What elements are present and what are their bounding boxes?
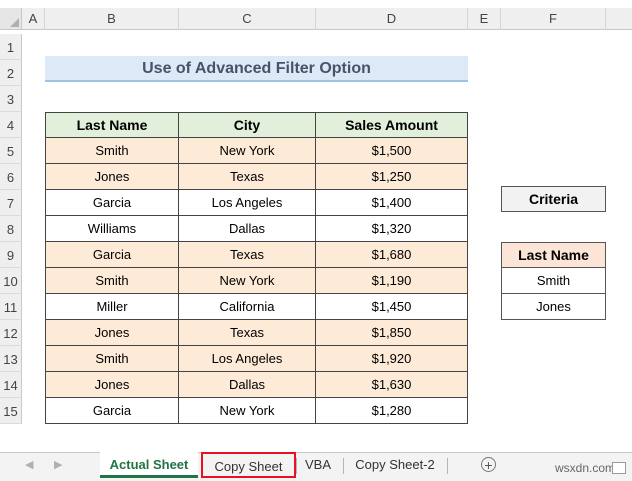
table-cell[interactable]: Garcia xyxy=(45,242,179,268)
criteria-label[interactable]: Criteria xyxy=(501,186,606,212)
table-cell[interactable]: California xyxy=(179,294,316,320)
row-header-15[interactable]: 15 xyxy=(0,398,22,424)
prev-sheet-arrow[interactable]: ◀ xyxy=(25,452,33,478)
tab-vba[interactable]: VBA xyxy=(297,452,339,478)
row-header-3[interactable]: 3 xyxy=(0,86,22,112)
column-header-c[interactable]: C xyxy=(179,8,316,30)
table-cell[interactable]: Texas xyxy=(179,320,316,346)
tab-separator xyxy=(296,458,297,474)
select-all-triangle-icon xyxy=(10,18,19,27)
table-cell[interactable]: Dallas xyxy=(179,216,316,242)
row-header-5[interactable]: 5 xyxy=(0,138,22,164)
row-header-7[interactable]: 7 xyxy=(0,190,22,216)
next-sheet-arrow[interactable]: ▶ xyxy=(54,452,62,478)
column-header-d[interactable]: D xyxy=(316,8,468,30)
row-header-1[interactable]: 1 xyxy=(0,34,22,60)
column-header-spacer xyxy=(606,8,632,30)
tab-copy-sheet-2[interactable]: Copy Sheet-2 xyxy=(345,452,445,478)
table-cell[interactable]: Smith xyxy=(45,138,179,164)
table-cell[interactable]: $1,190 xyxy=(316,268,468,294)
table-cell[interactable]: Los Angeles xyxy=(179,346,316,372)
table-cell[interactable]: New York xyxy=(179,268,316,294)
criteria-header-cell[interactable]: Last Name xyxy=(501,242,606,268)
row-header-9[interactable]: 9 xyxy=(0,242,22,268)
table-cell[interactable]: $1,400 xyxy=(316,190,468,216)
table-cell[interactable]: $1,450 xyxy=(316,294,468,320)
table-cell[interactable]: $1,500 xyxy=(316,138,468,164)
table-cell[interactable]: Jones xyxy=(45,372,179,398)
table-cell[interactable]: Texas xyxy=(179,242,316,268)
row-header-13[interactable]: 13 xyxy=(0,346,22,372)
column-header-a[interactable]: A xyxy=(22,8,45,30)
add-sheet-icon[interactable]: + xyxy=(481,457,496,472)
row-header-4[interactable]: 4 xyxy=(0,112,22,138)
row-header-6[interactable]: 6 xyxy=(0,164,22,190)
table-cell[interactable]: Garcia xyxy=(45,190,179,216)
table-cell[interactable]: $1,680 xyxy=(316,242,468,268)
table-cell[interactable]: $1,920 xyxy=(316,346,468,372)
column-header-f[interactable]: F xyxy=(501,8,606,30)
row-header-8[interactable]: 8 xyxy=(0,216,22,242)
table-cell[interactable]: Los Angeles xyxy=(179,190,316,216)
table-cell[interactable]: $1,850 xyxy=(316,320,468,346)
table-cell[interactable]: Texas xyxy=(179,164,316,190)
criteria-value-cell[interactable]: Jones xyxy=(501,294,606,320)
table-cell[interactable]: Dallas xyxy=(179,372,316,398)
table-cell[interactable]: Smith xyxy=(45,346,179,372)
column-header-e[interactable]: E xyxy=(468,8,501,30)
table-header-cell[interactable]: Last Name xyxy=(45,112,179,138)
tab-actual-sheet[interactable]: Actual Sheet xyxy=(100,452,198,478)
row-header-14[interactable]: 14 xyxy=(0,372,22,398)
row-header-2[interactable]: 2 xyxy=(0,60,22,86)
table-cell[interactable]: $1,280 xyxy=(316,398,468,424)
row-header-12[interactable]: 12 xyxy=(0,320,22,346)
sheet-title: Use of Advanced Filter Option xyxy=(45,56,468,82)
tab-separator xyxy=(343,458,344,474)
row-header-10[interactable]: 10 xyxy=(0,268,22,294)
column-header-b[interactable]: B xyxy=(45,8,179,30)
tab-separator xyxy=(447,458,448,474)
table-header-cell[interactable]: City xyxy=(179,112,316,138)
table-cell[interactable]: $1,630 xyxy=(316,372,468,398)
table-cell[interactable]: New York xyxy=(179,138,316,164)
table-cell[interactable]: Miller xyxy=(45,294,179,320)
tab-copy-sheet[interactable]: Copy Sheet xyxy=(201,452,296,478)
row-header-11[interactable]: 11 xyxy=(0,294,22,320)
table-cell[interactable]: Jones xyxy=(45,164,179,190)
table-cell[interactable]: Williams xyxy=(45,216,179,242)
criteria-value-cell[interactable]: Smith xyxy=(501,268,606,294)
table-cell[interactable]: $1,320 xyxy=(316,216,468,242)
horizontal-scrollbar[interactable] xyxy=(612,462,626,474)
table-cell[interactable]: Smith xyxy=(45,268,179,294)
table-cell[interactable]: New York xyxy=(179,398,316,424)
table-cell[interactable]: Jones xyxy=(45,320,179,346)
watermark: wsxdn.com xyxy=(555,461,616,475)
table-cell[interactable]: Garcia xyxy=(45,398,179,424)
table-cell[interactable]: $1,250 xyxy=(316,164,468,190)
table-header-cell[interactable]: Sales Amount xyxy=(316,112,468,138)
